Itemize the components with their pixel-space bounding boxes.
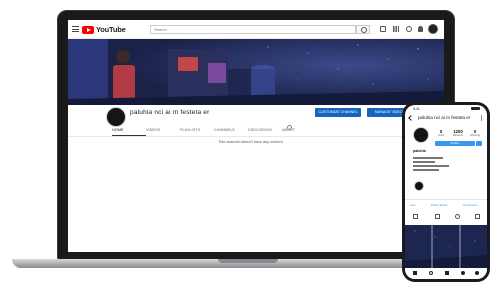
notifications-bell-icon[interactable] — [418, 26, 423, 32]
tab-playlists[interactable]: PLAYLISTS — [180, 128, 214, 136]
laptop-screen: YouTube Search paluhia nci ai m festeta … — [68, 20, 444, 252]
upload-video-icon[interactable] — [380, 26, 386, 32]
customize-channel-button[interactable]: CUSTOMIZE CHANNEL — [315, 108, 361, 117]
profile-avatar[interactable] — [413, 127, 429, 143]
tab-channels[interactable]: CHANNELS — [214, 128, 248, 136]
stat-followers-label: followers — [452, 134, 464, 137]
bio-line — [413, 169, 439, 171]
channel-name: paluhia nci ai m festeta er — [130, 109, 210, 116]
tagged-icon[interactable] — [455, 214, 460, 219]
battery-icon — [471, 107, 480, 110]
bio-line — [413, 161, 435, 163]
profile-links-row: Live Photo Music Comments — [405, 203, 487, 209]
messages-icon[interactable] — [406, 26, 412, 32]
profile-stats: 0 posts 1200 followers 0 following — [433, 129, 483, 137]
youtube-logo[interactable]: YouTube — [82, 25, 126, 34]
profile-nav-icon[interactable] — [475, 271, 479, 275]
stat-following-label: following — [469, 134, 481, 137]
channel-tabs: HOME VIDEOS PLAYLISTS CHANNELS DISCUSSIO… — [112, 128, 352, 136]
follow-button[interactable]: Follow — [435, 141, 475, 146]
stat-posts[interactable]: 0 posts — [433, 129, 449, 137]
stat-posts-label: posts — [437, 134, 445, 137]
profile-username: paluhia nci ai m festeta er — [418, 115, 471, 120]
status-time: 9:41 — [413, 107, 420, 111]
hamburger-menu-icon[interactable] — [72, 26, 79, 32]
search-icon[interactable] — [429, 271, 433, 275]
follow-dropdown-button[interactable] — [476, 141, 482, 146]
saved-icon[interactable] — [475, 214, 480, 219]
empty-channel-message: This channel doesn't have any content — [218, 140, 283, 144]
photo-grid[interactable] — [405, 225, 487, 268]
stat-following[interactable]: 0 following — [467, 129, 483, 137]
youtube-header: YouTube Search — [68, 20, 444, 39]
channel-search-icon[interactable] — [287, 125, 292, 130]
search-input[interactable]: Search — [150, 25, 356, 34]
bio-line — [413, 157, 443, 159]
search-button[interactable] — [356, 25, 370, 34]
account-avatar[interactable] — [428, 24, 438, 34]
add-post-icon[interactable] — [445, 271, 449, 275]
laptop-notch — [218, 259, 278, 263]
tab-home[interactable]: HOME — [112, 128, 146, 136]
youtube-logo-text: YouTube — [96, 25, 126, 34]
story-highlight[interactable] — [414, 181, 424, 191]
more-options-icon[interactable] — [480, 115, 482, 121]
tab-videos[interactable]: VIDEOS — [146, 128, 180, 136]
bottom-nav — [405, 268, 487, 279]
home-icon[interactable] — [413, 271, 417, 275]
tab-discussion[interactable]: DISCUSSION — [248, 128, 282, 136]
stat-followers[interactable]: 1200 followers — [450, 129, 466, 137]
grid-view-icon[interactable] — [413, 214, 418, 219]
phone-screen: 9:41 paluhia nci ai m festeta er 0 posts… — [405, 105, 487, 279]
status-bar: 9:41 — [405, 105, 487, 113]
activity-heart-icon[interactable] — [461, 271, 465, 275]
bio-line — [413, 165, 449, 167]
link-photo-music[interactable]: Photo Music — [431, 203, 448, 207]
link-live[interactable]: Live — [410, 203, 416, 207]
divider — [405, 199, 487, 200]
back-arrow-icon[interactable] — [408, 115, 414, 121]
profile-header: paluhia nci ai m festeta er — [405, 113, 487, 123]
tabs-divider — [68, 136, 444, 137]
bio-name: paluhia — [413, 149, 426, 153]
reels-icon[interactable] — [435, 214, 440, 219]
channel-banner — [68, 39, 444, 105]
profile-tab-bar — [405, 213, 487, 222]
channel-avatar[interactable] — [106, 107, 126, 127]
apps-grid-icon[interactable] — [393, 26, 399, 32]
link-comments[interactable]: Comments — [463, 203, 478, 207]
youtube-play-icon — [82, 25, 94, 34]
